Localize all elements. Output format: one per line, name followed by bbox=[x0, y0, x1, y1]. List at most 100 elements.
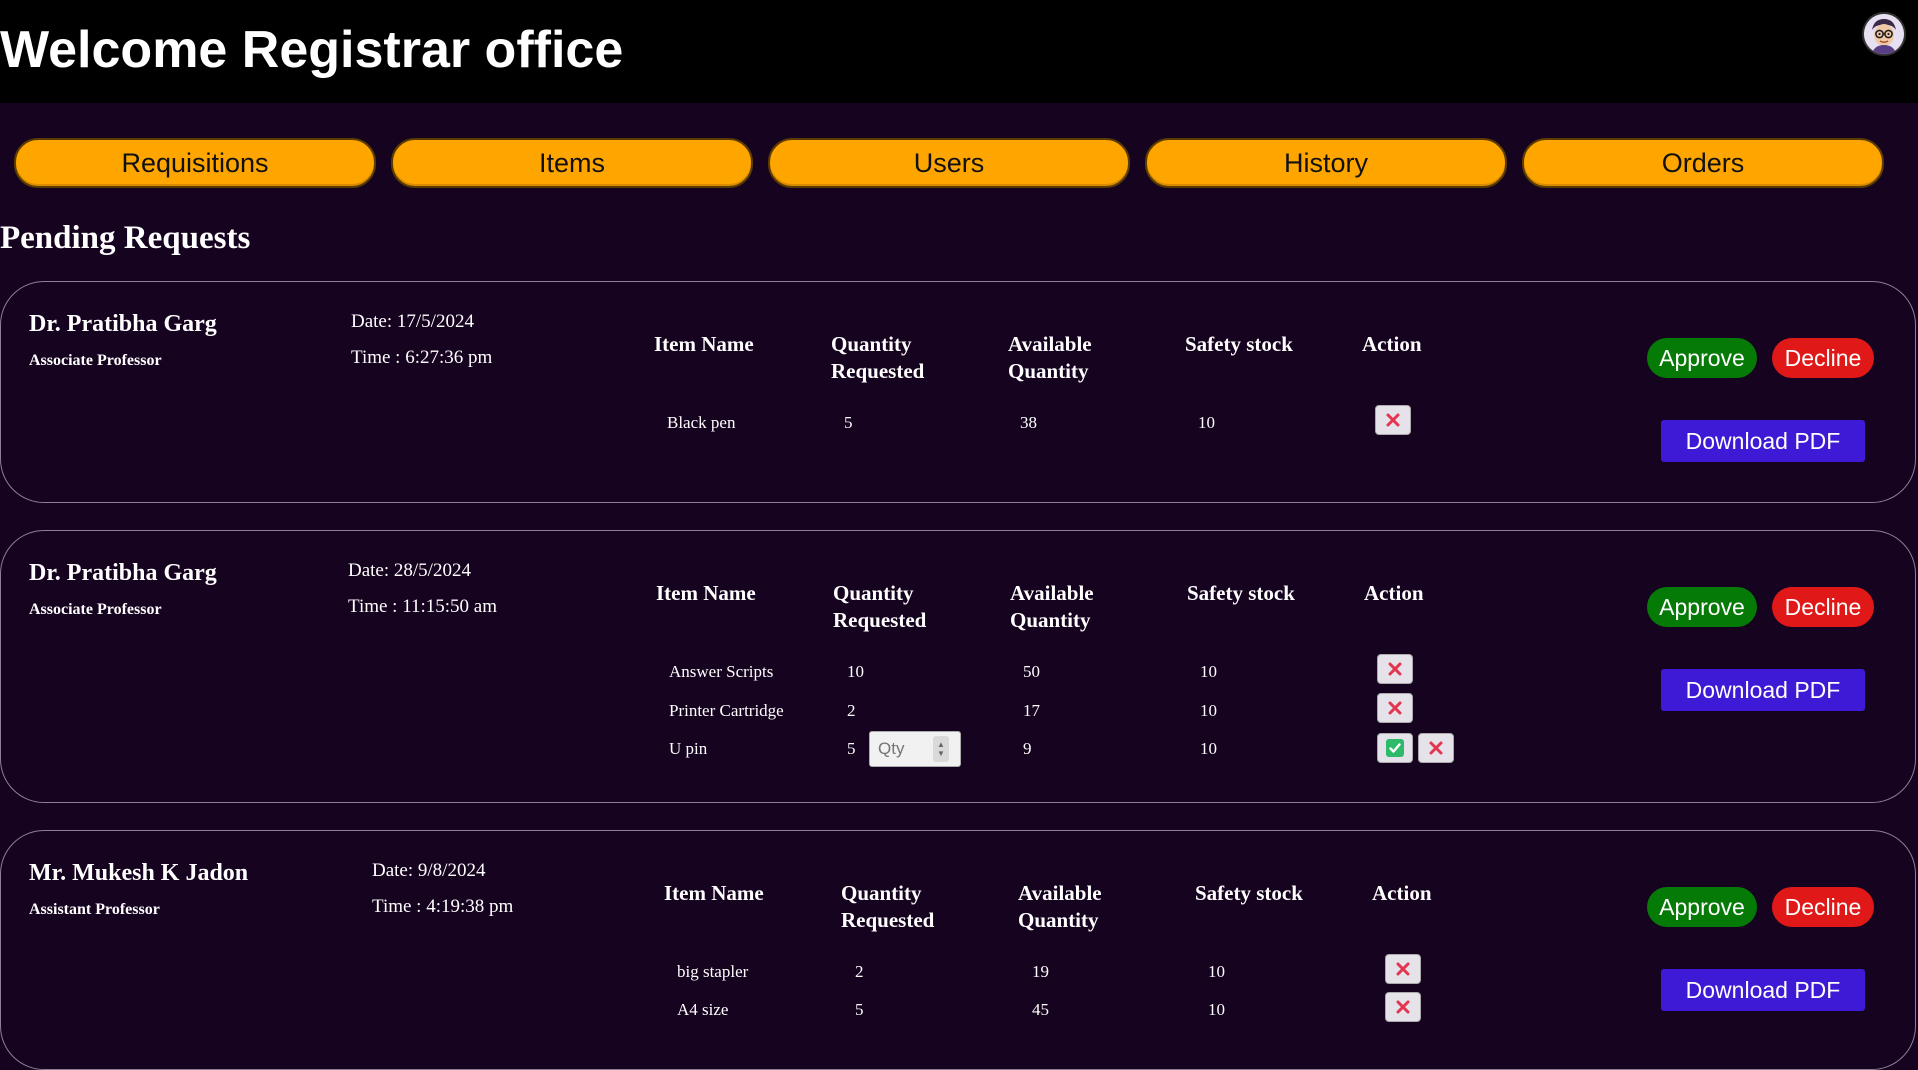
item-qty-requested: 5 bbox=[847, 739, 856, 758]
decline-button[interactable]: Decline bbox=[1772, 338, 1874, 378]
requester-name: Dr. Pratibha Garg bbox=[29, 311, 217, 337]
confirm-item-button[interactable] bbox=[1377, 733, 1413, 763]
item-safety-stock: 10 bbox=[1200, 739, 1217, 758]
col-qty-requested: Quantity Requested bbox=[833, 580, 926, 634]
col-qty-requested: Quantity Requested bbox=[841, 880, 934, 934]
col-qty-requested-line1: Quantity bbox=[831, 332, 912, 356]
col-item-name: Item Name bbox=[656, 581, 756, 605]
item-available: 9 bbox=[1023, 739, 1032, 758]
requester-designation: Associate Professor bbox=[29, 352, 162, 369]
request-time: Time : 4:19:38 pm bbox=[372, 896, 514, 917]
col-available-line1: Available bbox=[1008, 332, 1092, 356]
col-item-name: Item Name bbox=[654, 332, 754, 356]
request-time: Time : 6:27:36 pm bbox=[351, 347, 493, 368]
col-safety-stock: Safety stock bbox=[1187, 581, 1295, 605]
avatar[interactable] bbox=[1864, 14, 1904, 54]
col-item-name: Item Name bbox=[664, 881, 764, 905]
item-name: big stapler bbox=[677, 962, 749, 981]
col-qty-requested: Quantity Requested bbox=[831, 331, 924, 385]
request-card: Mr. Mukesh K Jadon Assistant Professor D… bbox=[0, 830, 1916, 1070]
col-qty-requested-line2: Requested bbox=[841, 908, 935, 932]
remove-item-button[interactable] bbox=[1418, 733, 1454, 763]
item-safety-stock: 10 bbox=[1198, 413, 1215, 432]
col-available-line2: Quantity bbox=[1018, 908, 1099, 932]
col-action: Action bbox=[1372, 881, 1432, 905]
col-qty-requested-line1: Quantity bbox=[833, 581, 914, 605]
item-safety-stock: 10 bbox=[1200, 662, 1217, 681]
item-name: Answer Scripts bbox=[669, 662, 774, 681]
request-card: Dr. Pratibha Garg Associate Professor Da… bbox=[0, 281, 1916, 503]
item-safety-stock: 10 bbox=[1208, 962, 1225, 981]
col-available-qty: Available Quantity bbox=[1008, 331, 1092, 385]
chevron-up-icon: ▲ bbox=[937, 740, 945, 749]
col-safety-stock: Safety stock bbox=[1195, 881, 1303, 905]
item-qty-requested: 10 bbox=[847, 662, 864, 681]
request-date: Date: 17/5/2024 bbox=[351, 311, 474, 332]
item-name: Printer Cartridge bbox=[669, 701, 784, 720]
check-icon bbox=[1386, 739, 1404, 757]
col-available-line2: Quantity bbox=[1008, 359, 1089, 383]
col-qty-requested-line1: Quantity bbox=[841, 881, 922, 905]
decline-button[interactable]: Decline bbox=[1772, 887, 1874, 927]
download-pdf-button[interactable]: Download PDF bbox=[1661, 669, 1865, 711]
item-qty-requested: 5 bbox=[844, 413, 853, 432]
app-header: Welcome Registrar office bbox=[0, 0, 1918, 103]
approve-button[interactable]: Approve bbox=[1647, 338, 1757, 378]
nav-users-button[interactable]: Users bbox=[768, 138, 1130, 188]
requester-designation: Assistant Professor bbox=[29, 901, 160, 918]
nav-orders-button[interactable]: Orders bbox=[1522, 138, 1884, 188]
remove-item-button[interactable] bbox=[1375, 405, 1411, 435]
request-time: Time : 11:15:50 am bbox=[348, 596, 498, 617]
close-icon bbox=[1429, 741, 1443, 755]
requester-designation: Associate Professor bbox=[29, 601, 162, 618]
close-icon bbox=[1396, 1000, 1410, 1014]
nav-requisitions-button[interactable]: Requisitions bbox=[14, 138, 376, 188]
approve-button[interactable]: Approve bbox=[1647, 587, 1757, 627]
close-icon bbox=[1388, 701, 1402, 715]
avatar-icon bbox=[1864, 14, 1904, 54]
page-title: Welcome Registrar office bbox=[0, 21, 624, 79]
main-nav: Requisitions Items Users History Orders bbox=[14, 138, 1886, 188]
item-available: 50 bbox=[1023, 662, 1040, 681]
col-available-line1: Available bbox=[1010, 581, 1094, 605]
item-qty-requested: 2 bbox=[855, 962, 864, 981]
remove-item-button[interactable] bbox=[1385, 954, 1421, 984]
remove-item-button[interactable] bbox=[1385, 992, 1421, 1022]
item-available: 38 bbox=[1020, 413, 1037, 432]
close-icon bbox=[1386, 413, 1400, 427]
approve-button[interactable]: Approve bbox=[1647, 887, 1757, 927]
section-title: Pending Requests bbox=[0, 220, 251, 256]
qty-stepper[interactable]: ▲ ▼ bbox=[933, 736, 949, 762]
requester-name: Mr. Mukesh K Jadon bbox=[29, 860, 249, 886]
nav-history-button[interactable]: History bbox=[1145, 138, 1507, 188]
item-safety-stock: 10 bbox=[1200, 701, 1217, 720]
item-name: Black pen bbox=[667, 413, 736, 432]
item-available: 19 bbox=[1032, 962, 1049, 981]
col-action: Action bbox=[1362, 332, 1422, 356]
item-safety-stock: 10 bbox=[1208, 1000, 1225, 1019]
decline-button[interactable]: Decline bbox=[1772, 587, 1874, 627]
download-pdf-button[interactable]: Download PDF bbox=[1661, 420, 1865, 462]
col-qty-requested-line2: Requested bbox=[833, 608, 927, 632]
col-available-qty: Available Quantity bbox=[1018, 880, 1102, 934]
col-available-qty: Available Quantity bbox=[1010, 580, 1094, 634]
col-available-line2: Quantity bbox=[1010, 608, 1091, 632]
request-card: Dr. Pratibha Garg Associate Professor Da… bbox=[0, 530, 1916, 803]
chevron-down-icon: ▼ bbox=[937, 749, 945, 758]
request-date: Date: 28/5/2024 bbox=[348, 560, 471, 581]
item-available: 17 bbox=[1023, 701, 1040, 720]
item-name: A4 size bbox=[677, 1000, 729, 1019]
nav-items-button[interactable]: Items bbox=[391, 138, 753, 188]
request-date: Date: 9/8/2024 bbox=[372, 860, 486, 881]
col-action: Action bbox=[1364, 581, 1424, 605]
download-pdf-button[interactable]: Download PDF bbox=[1661, 969, 1865, 1011]
col-qty-requested-line2: Requested bbox=[831, 359, 925, 383]
remove-item-button[interactable] bbox=[1377, 654, 1413, 684]
close-icon bbox=[1388, 662, 1402, 676]
col-available-line1: Available bbox=[1018, 881, 1102, 905]
item-qty-requested: 5 bbox=[855, 1000, 864, 1019]
item-qty-requested: 2 bbox=[847, 701, 856, 720]
item-available: 45 bbox=[1032, 1000, 1049, 1019]
requester-name: Dr. Pratibha Garg bbox=[29, 560, 217, 586]
remove-item-button[interactable] bbox=[1377, 693, 1413, 723]
